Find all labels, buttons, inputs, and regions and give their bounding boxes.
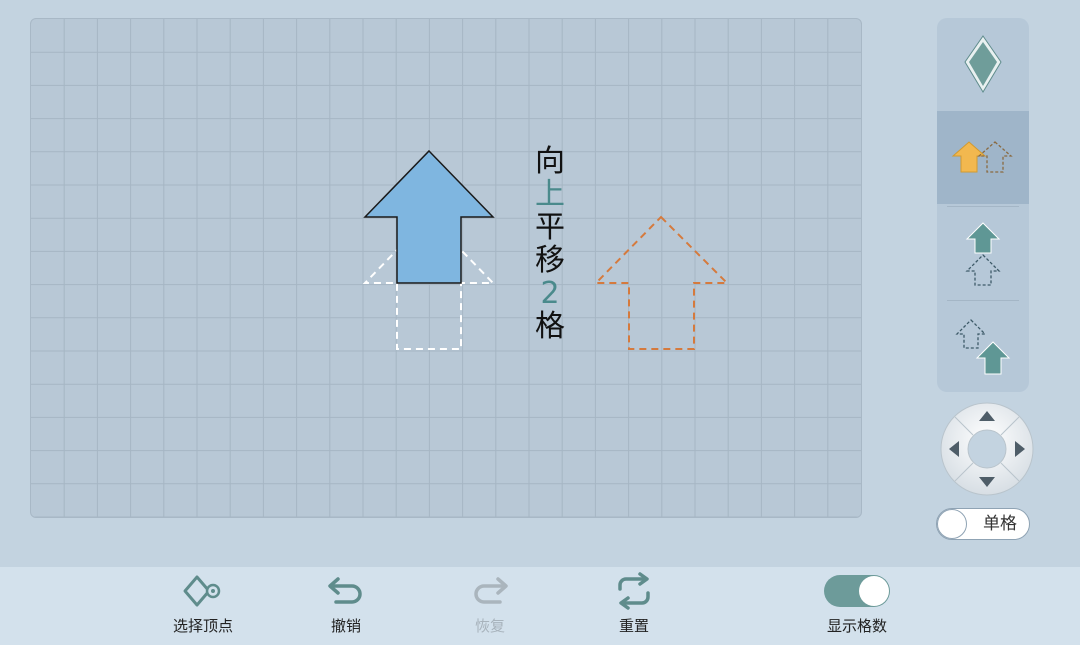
show-grid-count-switch[interactable] xyxy=(824,575,890,607)
reset-icon xyxy=(618,572,650,610)
select-vertex-button[interactable]: 选择顶点 xyxy=(163,567,243,645)
caption-char: 格 xyxy=(535,309,565,344)
arrow-translate-horizontal-icon xyxy=(951,140,1013,173)
bottom-toolbar: 选择顶点 撤销 恢复 重置 显示格数 xyxy=(0,567,1080,645)
caption-char: 移 xyxy=(535,243,565,278)
single-cell-label: 单格 xyxy=(983,514,1017,534)
select-vertex-icon xyxy=(183,575,221,607)
reset-button[interactable]: 重置 xyxy=(594,567,674,645)
grid-svg[interactable]: 向上平移2格 xyxy=(31,19,861,517)
caption-char: 2 xyxy=(540,276,559,311)
caption-char: 上 xyxy=(535,177,565,212)
rhombus-icon xyxy=(964,34,1002,93)
dpad-center xyxy=(967,429,1007,469)
move-up-button[interactable] xyxy=(973,405,1001,429)
arrow-translate-diagonal-icon xyxy=(955,318,1011,374)
switch-knob xyxy=(859,576,889,606)
toggle-knob xyxy=(937,509,967,539)
shape-mode-panel xyxy=(937,18,1029,392)
show-grid-count-label: 显示格数 xyxy=(826,617,887,635)
redo-button[interactable]: 恢复 xyxy=(450,567,530,645)
move-right-button[interactable] xyxy=(1007,435,1031,463)
caption-char: 平 xyxy=(535,210,565,245)
translation-caption: 向上平移2格 xyxy=(535,144,565,344)
grid-canvas[interactable]: 向上平移2格 xyxy=(30,18,862,518)
mode-translate-vertical-button[interactable] xyxy=(937,207,1029,300)
undo-icon xyxy=(328,577,362,604)
mode-translate-horizontal-button[interactable] xyxy=(937,111,1029,204)
redo-icon xyxy=(474,577,508,604)
move-down-button[interactable] xyxy=(973,469,1001,493)
redo-label: 恢复 xyxy=(474,617,505,635)
undo-label: 撤销 xyxy=(330,617,361,635)
single-cell-toggle[interactable]: 单格 xyxy=(936,508,1030,540)
mode-translate-diagonal-button[interactable] xyxy=(937,301,1029,392)
reset-label: 重置 xyxy=(618,617,649,635)
select-vertex-label: 选择顶点 xyxy=(172,617,233,635)
direction-pad xyxy=(940,402,1034,496)
undo-button[interactable]: 撤销 xyxy=(306,567,386,645)
move-left-button[interactable] xyxy=(943,435,967,463)
arrow-translate-vertical-icon xyxy=(965,221,1001,286)
mode-rhombus-button[interactable] xyxy=(937,18,1029,111)
show-grid-count-toggle[interactable]: 显示格数 xyxy=(812,567,902,645)
caption-char: 向 xyxy=(535,144,565,179)
